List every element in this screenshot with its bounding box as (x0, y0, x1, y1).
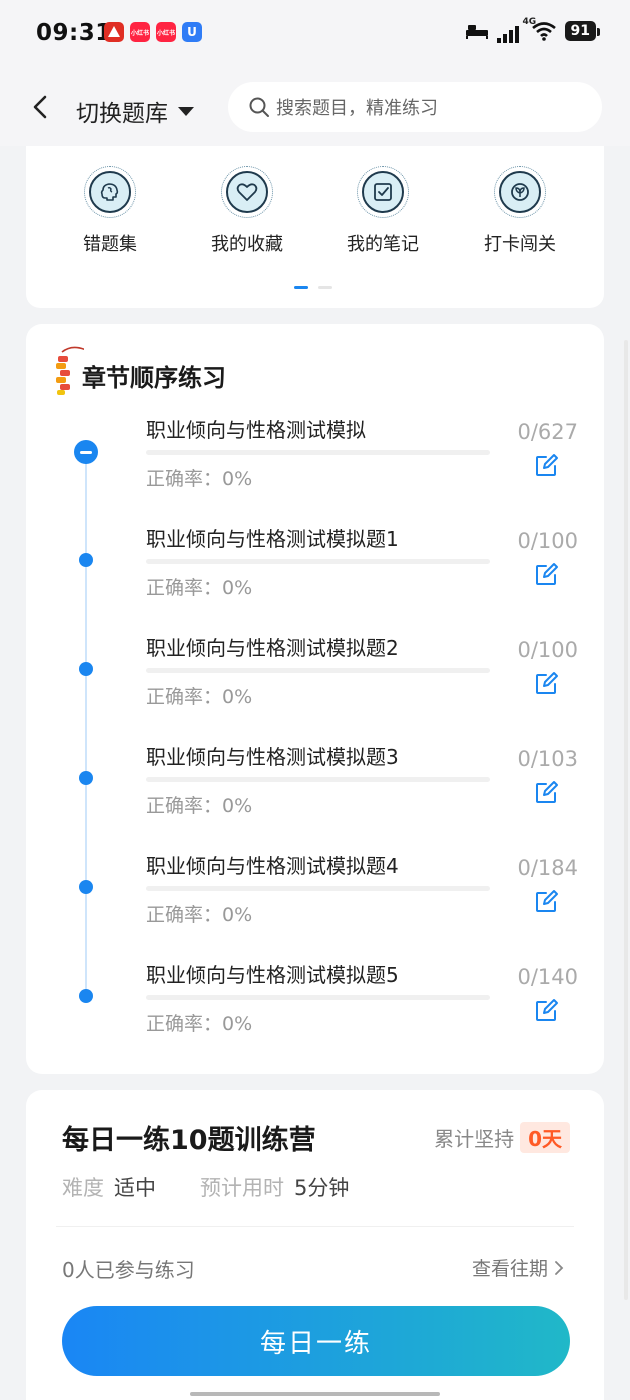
chapter-row[interactable]: 职业倾向与性格测试模拟题4 正确率：0% 0/184 (26, 850, 604, 958)
status-app-icons: 小红书 小红书 U (104, 22, 202, 42)
collapse-node-icon[interactable] (74, 440, 98, 464)
timeline-node (79, 662, 93, 676)
status-time: 09:31 (36, 20, 112, 46)
progress-bar (146, 668, 490, 673)
chapter-practice-card: 章节顺序练习 职业倾向与性格测试模拟 正确率：0% 0/627 职业倾向与性格测… (26, 324, 604, 1074)
accuracy-text: 正确率：0% (146, 795, 253, 817)
quick-label: 我的笔记 (347, 234, 419, 255)
quick-label: 我的收藏 (211, 234, 283, 255)
daily-practice-button[interactable]: 每日一练 (62, 1306, 570, 1376)
accuracy-text: 正确率：0% (146, 577, 253, 599)
search-icon (249, 97, 269, 117)
accuracy-text: 正确率：0% (146, 686, 253, 708)
chapter-row-title: 职业倾向与性格测试模拟题1 (146, 527, 399, 551)
daily-title: 每日一练10题训练营 (62, 1125, 316, 1156)
quick-label: 打卡闯关 (484, 234, 556, 255)
chapter-row[interactable]: 职业倾向与性格测试模拟题3 正确率：0% 0/103 (26, 741, 604, 849)
edit-icon[interactable] (534, 561, 560, 587)
heart-icon (221, 166, 273, 218)
timeline-node (79, 989, 93, 1003)
status-indicators: 4G 91 (465, 17, 601, 43)
quick-item-wrong-questions[interactable]: 错题集 (50, 166, 170, 256)
daily-practice-card: 每日一练10题训练营 累计坚持 0天 难度 适中 预计用时 5分钟 0人已参与练… (26, 1090, 604, 1400)
question-count: 0/184 (517, 856, 578, 880)
edit-icon[interactable] (534, 888, 560, 914)
search-input[interactable]: 搜索题目，精准练习 (228, 82, 602, 132)
timeline-node (79, 553, 93, 567)
xiaohongshu-icon: 小红书 (156, 22, 176, 42)
brain-icon (84, 166, 136, 218)
firecracker-icon (56, 346, 84, 395)
edit-icon[interactable] (534, 779, 560, 805)
search-placeholder: 搜索题目，精准练习 (276, 98, 438, 119)
edit-icon[interactable] (534, 997, 560, 1023)
timeline-node (79, 771, 93, 785)
progress-bar (146, 559, 490, 564)
chevron-right-icon (555, 1260, 564, 1275)
switch-bank-dropdown[interactable]: 切换题库 (76, 94, 194, 128)
time-value: 5分钟 (294, 1176, 350, 1200)
progress-bar (146, 777, 490, 782)
timeline-node (79, 880, 93, 894)
leaf-icon (494, 166, 546, 218)
app-u-icon: U (182, 22, 202, 42)
question-count: 0/100 (517, 638, 578, 662)
page-indicator (294, 286, 332, 289)
accuracy-text: 正确率：0% (146, 1013, 253, 1035)
chapter-row[interactable]: 职业倾向与性格测试模拟题5 正确率：0% 0/140 (26, 959, 604, 1067)
difficulty-key: 难度 (62, 1176, 104, 1200)
chapter-row[interactable]: 职业倾向与性格测试模拟题2 正确率：0% 0/100 (26, 632, 604, 740)
battery-indicator: 91 (564, 21, 601, 41)
divider (56, 1226, 574, 1227)
chapter-row-title: 职业倾向与性格测试模拟题5 (146, 963, 399, 987)
chapter-row-title: 职业倾向与性格测试模拟题4 (146, 854, 399, 878)
back-icon[interactable] (26, 92, 56, 122)
edit-icon[interactable] (534, 670, 560, 696)
pinduoduo-icon (104, 22, 124, 42)
quick-item-favorites[interactable]: 我的收藏 (187, 166, 307, 256)
streak-info: 累计坚持 0天 (434, 1122, 570, 1153)
view-history-link[interactable]: 查看往期 (472, 1254, 564, 1281)
participants-count: 0人已参与练习 (62, 1258, 195, 1282)
question-count: 0/103 (517, 747, 578, 771)
bed-icon (465, 25, 488, 39)
edit-icon[interactable] (534, 452, 560, 478)
xiaohongshu-icon: 小红书 (130, 22, 150, 42)
question-count: 0/627 (517, 420, 578, 444)
history-label: 查看往期 (471, 1258, 548, 1280)
accuracy-text: 正确率：0% (146, 468, 253, 490)
chapter-row[interactable]: 职业倾向与性格测试模拟题1 正确率：0% 0/100 (26, 523, 604, 631)
home-indicator[interactable] (190, 1392, 440, 1396)
page-dot (318, 286, 332, 289)
quick-item-notes[interactable]: 我的笔记 (323, 166, 443, 256)
network-type: 4G (522, 17, 537, 27)
progress-bar (146, 995, 490, 1000)
status-bar: 09:31 小红书 小红书 U 4G 91 (0, 0, 630, 70)
caret-down-icon (178, 106, 194, 116)
chapter-row-title: 职业倾向与性格测试模拟题2 (146, 636, 399, 660)
note-icon (357, 166, 409, 218)
quick-access-card: 错题集 我的收藏 我的笔记 打卡闯关 (26, 146, 604, 308)
daily-meta: 难度 适中 预计用时 5分钟 (62, 1172, 349, 1202)
chapter-row-title: 职业倾向与性格测试模拟 (146, 418, 366, 442)
progress-bar (146, 450, 490, 455)
chapter-row[interactable]: 职业倾向与性格测试模拟 正确率：0% 0/627 (26, 414, 604, 522)
chapter-title: 章节顺序练习 (82, 364, 226, 392)
page-dot-active (294, 286, 308, 289)
difficulty-value: 适中 (114, 1176, 156, 1200)
top-bar: 切换题库 搜索题目，精准练习 (0, 70, 630, 146)
question-count: 0/140 (517, 965, 578, 989)
quick-label: 错题集 (83, 234, 137, 255)
cellular-signal-icon: 4G (496, 17, 536, 43)
streak-badge: 0天 (520, 1122, 570, 1153)
switch-bank-label: 切换题库 (76, 101, 168, 127)
progress-bar (146, 886, 490, 891)
scrollbar[interactable] (624, 340, 628, 1300)
time-key: 预计用时 (200, 1176, 284, 1200)
quick-item-checkin[interactable]: 打卡闯关 (460, 166, 580, 256)
accuracy-text: 正确率：0% (146, 904, 253, 926)
chapter-row-title: 职业倾向与性格测试模拟题3 (146, 745, 399, 769)
question-count: 0/100 (517, 529, 578, 553)
streak-label: 累计坚持 (434, 1127, 515, 1151)
